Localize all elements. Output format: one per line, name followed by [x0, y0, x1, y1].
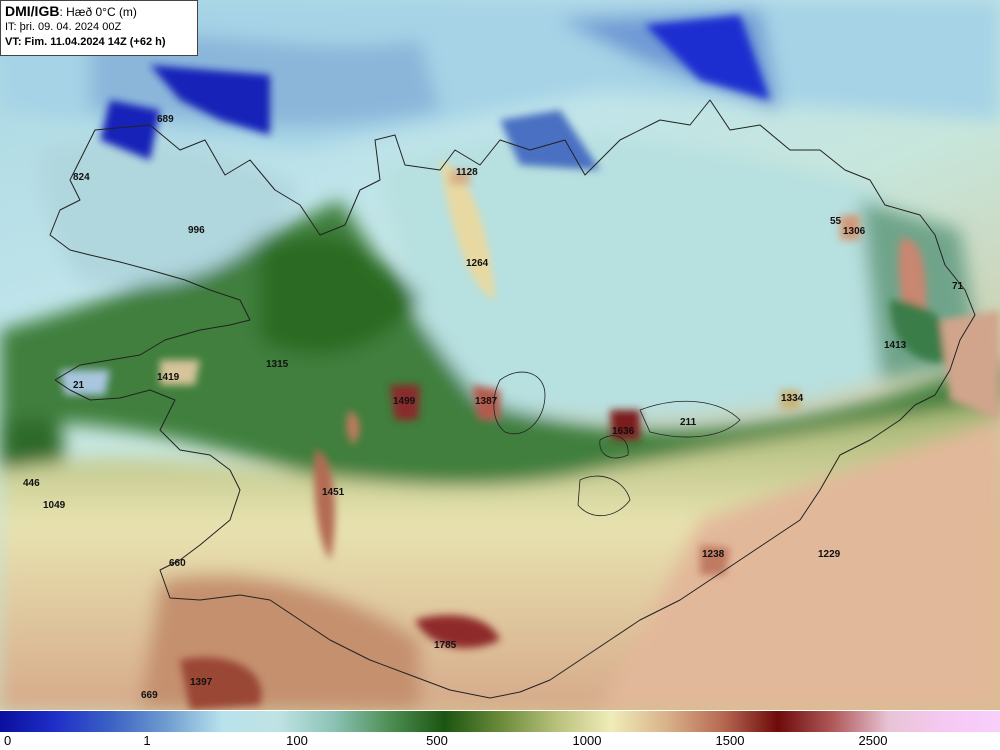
elevation-label: 1238 — [702, 549, 725, 560]
legend-tick-label: 1500 — [715, 733, 745, 748]
freezing-level-map[interactable]: 689 824 996 1128 1264 55 1306 71 1413 13… — [0, 0, 1000, 710]
elevation-label: 1451 — [322, 487, 345, 498]
title-line: DMI/IGB: Hæð 0°C (m) — [5, 4, 193, 20]
elevation-label: 1419 — [157, 372, 180, 383]
elevation-label: 1306 — [843, 226, 866, 237]
elevation-label: 1264 — [466, 258, 489, 269]
elevation-label: 1413 — [884, 340, 907, 351]
elevation-label: 55 — [830, 216, 842, 227]
legend-tick-label: 0 — [4, 733, 12, 748]
brand-title: DMI/IGB — [5, 3, 60, 19]
elevation-label: 1397 — [190, 677, 213, 688]
valid-time: VT: Fim. 11.04.2024 14Z (+62 h) — [5, 36, 166, 48]
elevation-label: 669 — [141, 690, 158, 701]
elevation-label: 446 — [23, 478, 40, 489]
legend-colorbar — [0, 711, 1000, 732]
elevation-label: 1315 — [266, 359, 289, 370]
elevation-label: 996 — [188, 225, 205, 236]
elevation-label: 1049 — [43, 500, 66, 511]
elevation-label: 21 — [73, 380, 85, 391]
legend-tick-label: 2500 — [858, 733, 888, 748]
freezing-level-field — [0, 0, 1000, 710]
elevation-label: 1334 — [781, 393, 804, 404]
elevation-label: 1499 — [393, 396, 416, 407]
variable-title: : Hæð 0°C (m) — [59, 5, 137, 19]
elevation-label: 824 — [73, 172, 90, 183]
legend-tick-label: 100 — [286, 733, 308, 748]
legend-ticks: 0 1 100 500 1000 1500 2500 — [0, 732, 1000, 750]
elevation-label: 1229 — [818, 549, 841, 560]
elevation-label: 660 — [169, 558, 186, 569]
elevation-label: 211 — [680, 417, 697, 428]
elevation-label: 1128 — [456, 167, 478, 178]
legend-tick-label: 1000 — [572, 733, 602, 748]
init-time: IT: þri. 09. 04. 2024 00Z — [5, 21, 122, 33]
elevation-label: 71 — [952, 281, 964, 292]
legend-tick-label: 1 — [143, 733, 151, 748]
forecast-info-box: DMI/IGB: Hæð 0°C (m) IT: þri. 09. 04. 20… — [0, 0, 198, 56]
elevation-label: 1785 — [434, 640, 457, 651]
elevation-label: 689 — [157, 114, 174, 125]
elevation-label: 1387 — [475, 396, 498, 407]
legend-tick-label: 500 — [426, 733, 448, 748]
elevation-label: 1636 — [612, 426, 635, 437]
